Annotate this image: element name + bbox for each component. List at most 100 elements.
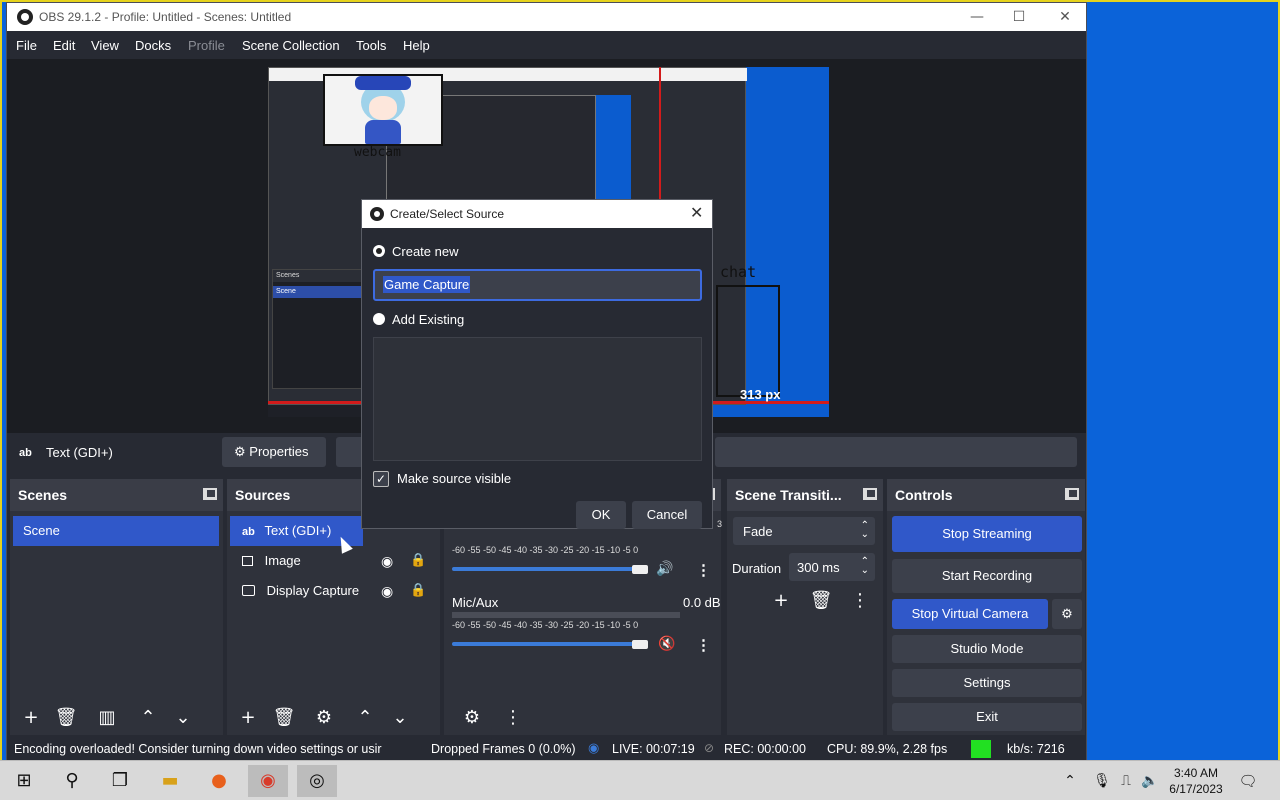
desktop-volume-knob[interactable]: [632, 565, 648, 574]
menu-edit[interactable]: Edit: [53, 38, 75, 53]
mic-level-meter: [452, 612, 680, 618]
move-scene-down-button[interactable]: ⌄: [168, 703, 198, 733]
taskbar: ⊞ ⚲ ❐ ▬ ● ◉ ◎ ⌃ 🎙 ⎍ 🔈 3:40 AM 6/17/2023 …: [0, 760, 1280, 800]
transition-menu-icon[interactable]: ⋮: [845, 586, 875, 616]
obs-taskbar-icon[interactable]: ◎: [297, 765, 337, 797]
undock-icon[interactable]: [863, 488, 877, 500]
start-recording-button[interactable]: Start Recording: [892, 559, 1082, 593]
meter-scale-tail: 3: [717, 519, 723, 529]
mixer-menu-icon[interactable]: ⋮: [498, 703, 528, 733]
selected-source-name: Text (GDI+): [46, 445, 113, 460]
text-icon: ab: [242, 526, 255, 538]
menu-tools[interactable]: Tools: [356, 38, 386, 53]
undock-icon[interactable]: [203, 488, 217, 500]
add-scene-button[interactable]: +: [16, 703, 46, 733]
minimize-button[interactable]: —: [954, 3, 1000, 31]
add-existing-label: Add Existing: [392, 312, 465, 327]
controls-dock: Controls Stop Streaming Start Recording …: [887, 479, 1085, 735]
undock-icon[interactable]: [1065, 488, 1079, 500]
make-visible-checkbox[interactable]: ✓: [373, 471, 389, 487]
chrome-icon[interactable]: ◉: [248, 765, 288, 797]
exit-button[interactable]: Exit: [892, 703, 1082, 731]
remove-scene-button[interactable]: 🗑: [51, 703, 81, 733]
dialog-close-icon[interactable]: ✕: [690, 203, 703, 222]
webcam-source[interactable]: [323, 74, 443, 146]
lock-icon[interactable]: 🔒: [410, 583, 426, 598]
move-source-down-button[interactable]: ⌄: [385, 703, 415, 733]
close-button[interactable]: ✕: [1042, 3, 1088, 31]
menu-help[interactable]: Help: [403, 38, 430, 53]
stop-virtual-camera-button[interactable]: Stop Virtual Camera: [892, 599, 1048, 629]
speaker-icon[interactable]: 🔊: [656, 561, 673, 577]
dialog-title: Create/Select Source: [390, 207, 505, 221]
task-view-icon[interactable]: ❐: [100, 765, 140, 797]
bitrate: kb/s: 7216: [1007, 742, 1065, 756]
live-broadcast-icon: ◉: [588, 741, 600, 756]
source-item-image[interactable]: Image: [230, 546, 436, 576]
eye-icon[interactable]: ◉: [381, 584, 393, 600]
remove-transition-button[interactable]: 🗑: [806, 586, 836, 616]
muted-speaker-icon[interactable]: 🔇: [658, 636, 675, 652]
menu-view[interactable]: View: [91, 38, 119, 53]
notifications-icon[interactable]: 🗨: [1232, 765, 1264, 797]
stop-streaming-button[interactable]: Stop Streaming: [892, 516, 1082, 552]
firefox-icon[interactable]: ●: [199, 765, 239, 797]
chat-label: chat: [720, 263, 757, 281]
dropped-frames: Dropped Frames 0 (0.0%): [431, 742, 576, 756]
studio-mode-button[interactable]: Studio Mode: [892, 635, 1082, 663]
add-source-button[interactable]: +: [233, 703, 263, 733]
move-source-up-button[interactable]: ⌃: [350, 703, 380, 733]
webcam-label: webcam: [354, 145, 401, 160]
duration-spinbox[interactable]: 300 ms ⌃ ⌄: [789, 553, 875, 581]
scene-filters-button[interactable]: ▥: [92, 703, 122, 733]
record-icon: ⊘: [704, 741, 715, 755]
cancel-button[interactable]: Cancel: [632, 501, 702, 529]
windows-start-icon[interactable]: ⊞: [4, 765, 44, 797]
window-title: OBS 29.1.2 - Profile: Untitled - Scenes:…: [39, 10, 292, 24]
search-icon[interactable]: ⚲: [52, 765, 92, 797]
menu-file[interactable]: File: [16, 38, 37, 53]
menu-docks[interactable]: Docks: [135, 38, 171, 53]
network-icon[interactable]: ⎍: [1114, 765, 1138, 797]
eye-icon[interactable]: ◉: [381, 554, 393, 570]
gear-icon: ⚙: [234, 444, 250, 459]
obs-logo-icon: [17, 9, 33, 25]
transition-select[interactable]: Fade ⌃ ⌄: [733, 517, 875, 545]
lock-icon[interactable]: 🔒: [410, 553, 426, 568]
properties-button[interactable]: ⚙ Properties: [222, 437, 326, 467]
text-icon: ab: [19, 447, 32, 459]
volume-icon[interactable]: 🔈: [1138, 765, 1162, 797]
chevron-up-icon[interactable]: ⌃: [1058, 765, 1082, 797]
advanced-audio-gear-icon[interactable]: ⚙: [457, 703, 487, 733]
desktop-volume-slider[interactable]: [452, 567, 642, 571]
mic-meter-scale: -60 -55 -50 -45 -40 -35 -30 -25 -20 -15 …: [452, 620, 639, 630]
scenes-dock: Scenes Scene + 🗑 ▥ ⌃ ⌄: [10, 479, 223, 735]
selection-box[interactable]: [716, 285, 780, 397]
duration-label: Duration: [732, 561, 782, 576]
create-new-radio[interactable]: [373, 245, 385, 257]
more-options-icon[interactable]: ⋮: [696, 561, 711, 579]
maximize-button[interactable]: ☐: [996, 3, 1042, 31]
menu-scene-collection[interactable]: Scene Collection: [242, 38, 340, 53]
mic-volume-knob[interactable]: [632, 640, 648, 649]
mic-volume-slider[interactable]: [452, 642, 642, 646]
microphone-icon[interactable]: 🎙: [1090, 765, 1114, 797]
add-existing-radio[interactable]: [373, 313, 385, 325]
move-scene-up-button[interactable]: ⌃: [133, 703, 163, 733]
existing-sources-list[interactable]: [373, 337, 702, 461]
source-name-input[interactable]: Game Capture: [373, 269, 702, 301]
remove-source-button[interactable]: 🗑: [269, 703, 299, 733]
file-explorer-icon[interactable]: ▬: [150, 765, 190, 797]
source-item-display-capture[interactable]: Display Capture: [230, 576, 436, 606]
menu-profile[interactable]: Profile: [188, 38, 225, 53]
virtual-camera-gear-icon[interactable]: ⚙: [1052, 599, 1082, 629]
source-settings-button[interactable]: ⚙: [309, 703, 339, 733]
more-options-icon[interactable]: ⋮: [696, 636, 711, 654]
status-bar: Encoding overloaded! Consider turning do…: [7, 738, 1086, 760]
add-transition-button[interactable]: +: [766, 586, 796, 616]
settings-button[interactable]: Settings: [892, 669, 1082, 697]
create-new-label: Create new: [392, 244, 459, 259]
clock[interactable]: 3:40 AM 6/17/2023: [1168, 765, 1224, 797]
ok-button[interactable]: OK: [576, 501, 626, 529]
scene-item[interactable]: Scene: [13, 516, 219, 546]
